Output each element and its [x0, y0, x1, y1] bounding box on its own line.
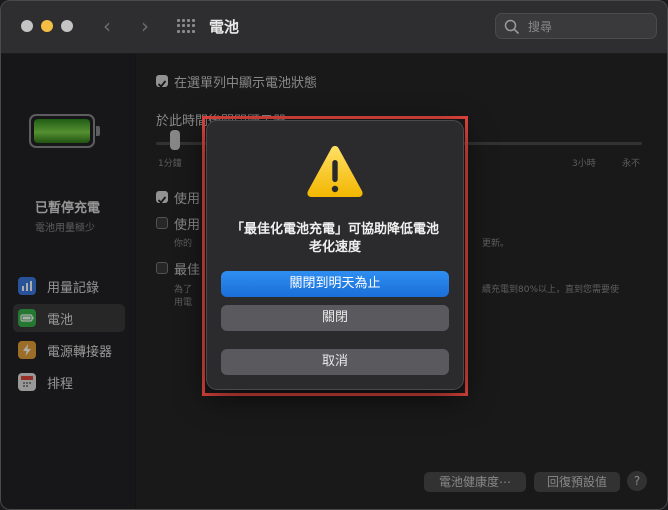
optimized-charging-dialog: 「最佳化電池充電」可協助降低電池 老化速度 關閉到明天為止 關閉 取消 [206, 120, 464, 390]
zoom-window-button[interactable] [61, 20, 73, 32]
back-chevron-icon[interactable]: ‹ [103, 14, 111, 38]
search-icon [504, 19, 520, 35]
search-input[interactable] [526, 17, 650, 37]
window-title: 電池 [209, 18, 240, 36]
show-all-grid-icon[interactable] [177, 19, 195, 33]
close-window-button[interactable] [21, 20, 33, 32]
minimize-window-button[interactable] [41, 20, 53, 32]
dialog-message-line-1: 「最佳化電池充電」可協助降低電池 [230, 222, 439, 237]
turn-off-button[interactable]: 關閉 [221, 305, 449, 331]
dialog-message-line-2: 老化速度 [308, 240, 361, 255]
cancel-button[interactable]: 取消 [221, 349, 449, 375]
dialog-message: 「最佳化電池充電」可協助降低電池 老化速度 [221, 221, 449, 257]
forward-chevron-icon[interactable]: › [141, 14, 149, 38]
title-bar: ‹ › 電池 [1, 1, 667, 54]
warning-icon [307, 146, 363, 197]
search-field[interactable] [495, 13, 657, 39]
turn-off-until-tomorrow-button[interactable]: 關閉到明天為止 [221, 271, 449, 297]
